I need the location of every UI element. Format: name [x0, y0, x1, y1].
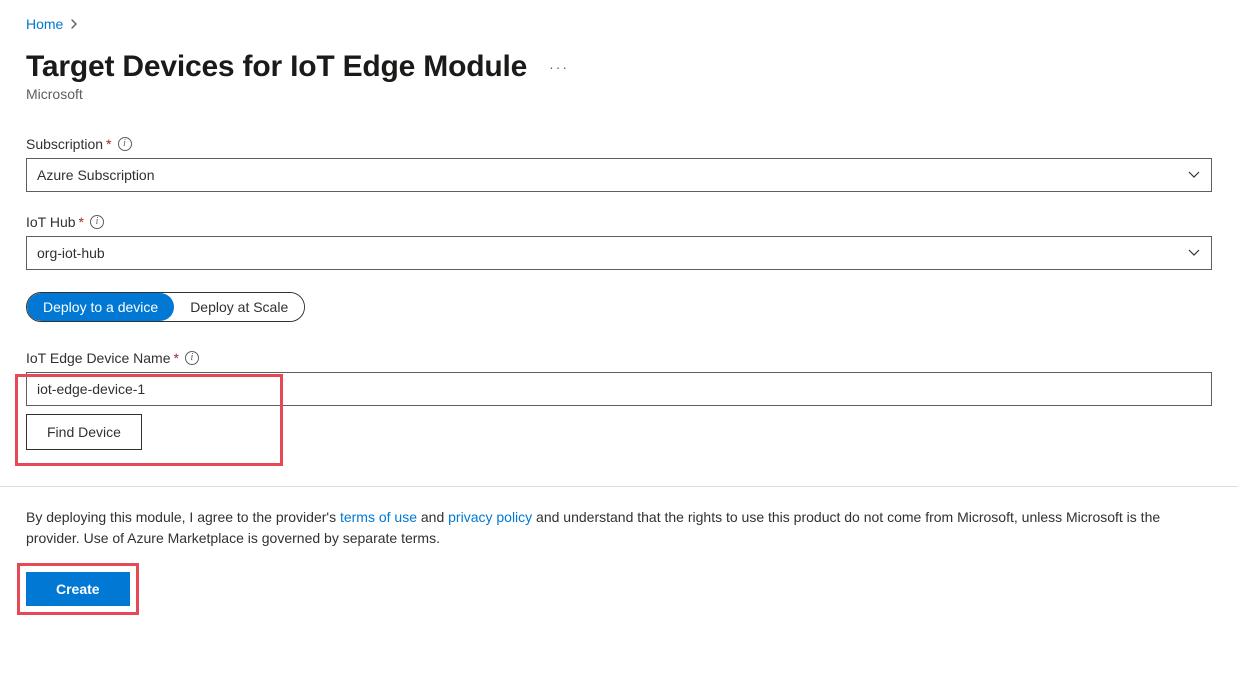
- info-icon[interactable]: i: [185, 351, 199, 365]
- device-name-label: IoT Edge Device Name: [26, 350, 170, 366]
- deploy-mode-toggle: Deploy to a device Deploy at Scale: [26, 292, 305, 322]
- device-name-field-group: IoT Edge Device Name * i Find Device: [26, 350, 1212, 450]
- iothub-label: IoT Hub: [26, 214, 76, 230]
- iothub-field-group: IoT Hub * i org-iot-hub: [26, 214, 1212, 270]
- deploy-to-device-toggle[interactable]: Deploy to a device: [27, 293, 174, 321]
- subscription-dropdown[interactable]: Azure Subscription: [26, 158, 1212, 192]
- required-star-icon: *: [106, 136, 111, 152]
- more-actions-icon[interactable]: ···: [549, 59, 569, 75]
- create-button[interactable]: Create: [26, 572, 130, 606]
- privacy-policy-link[interactable]: privacy policy: [448, 509, 532, 525]
- subscription-field-group: Subscription * i Azure Subscription: [26, 136, 1212, 192]
- chevron-right-icon: [69, 19, 79, 29]
- find-device-button[interactable]: Find Device: [26, 414, 142, 450]
- chevron-down-icon: [1187, 170, 1201, 180]
- agreement-text: By deploying this module, I agree to the…: [26, 507, 1212, 549]
- page-title: Target Devices for IoT Edge Module: [26, 50, 527, 84]
- subscription-label: Subscription: [26, 136, 103, 152]
- chevron-down-icon: [1187, 248, 1201, 258]
- device-name-input[interactable]: [26, 372, 1212, 406]
- section-divider: [0, 486, 1238, 487]
- page-subtitle: Microsoft: [26, 86, 1212, 102]
- breadcrumb: Home: [26, 16, 1212, 32]
- iothub-dropdown[interactable]: org-iot-hub: [26, 236, 1212, 270]
- highlight-annotation: Create: [17, 563, 139, 615]
- required-star-icon: *: [173, 350, 178, 366]
- deploy-at-scale-toggle[interactable]: Deploy at Scale: [174, 293, 304, 321]
- info-icon[interactable]: i: [118, 137, 132, 151]
- subscription-value: Azure Subscription: [37, 167, 155, 183]
- iothub-value: org-iot-hub: [37, 245, 105, 261]
- terms-of-use-link[interactable]: terms of use: [340, 509, 417, 525]
- breadcrumb-home-link[interactable]: Home: [26, 16, 63, 32]
- required-star-icon: *: [79, 214, 84, 230]
- info-icon[interactable]: i: [90, 215, 104, 229]
